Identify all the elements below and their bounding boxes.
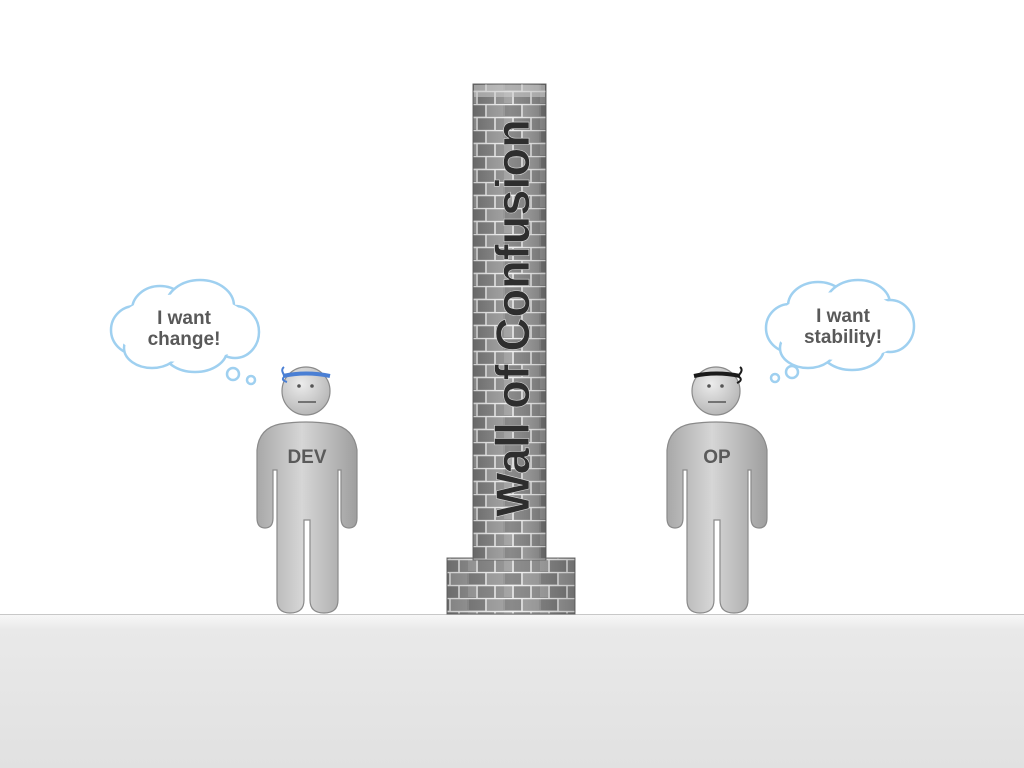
wall-base: [446, 557, 576, 615]
op-figure: OP: [666, 366, 768, 614]
wall-label: Wall of Confusion: [486, 119, 539, 517]
dev-thought-line-2: change!: [148, 329, 221, 350]
dev-label: DEV: [287, 447, 326, 468]
devops-illustration: Wall of Confusion I want change! I want …: [0, 83, 1024, 768]
floor: [0, 614, 1024, 768]
dev-thought-cloud: I want change!: [109, 278, 261, 386]
wall-of-confusion: Wall of Confusion: [472, 83, 547, 561]
op-thought-cloud: I want stability!: [764, 278, 916, 384]
op-thought-line-2: stability!: [804, 327, 882, 348]
dev-thought-line-1: I want: [157, 308, 212, 329]
dev-figure: DEV: [256, 366, 358, 614]
op-label: OP: [703, 447, 731, 468]
op-thought-line-1: I want: [816, 306, 871, 327]
